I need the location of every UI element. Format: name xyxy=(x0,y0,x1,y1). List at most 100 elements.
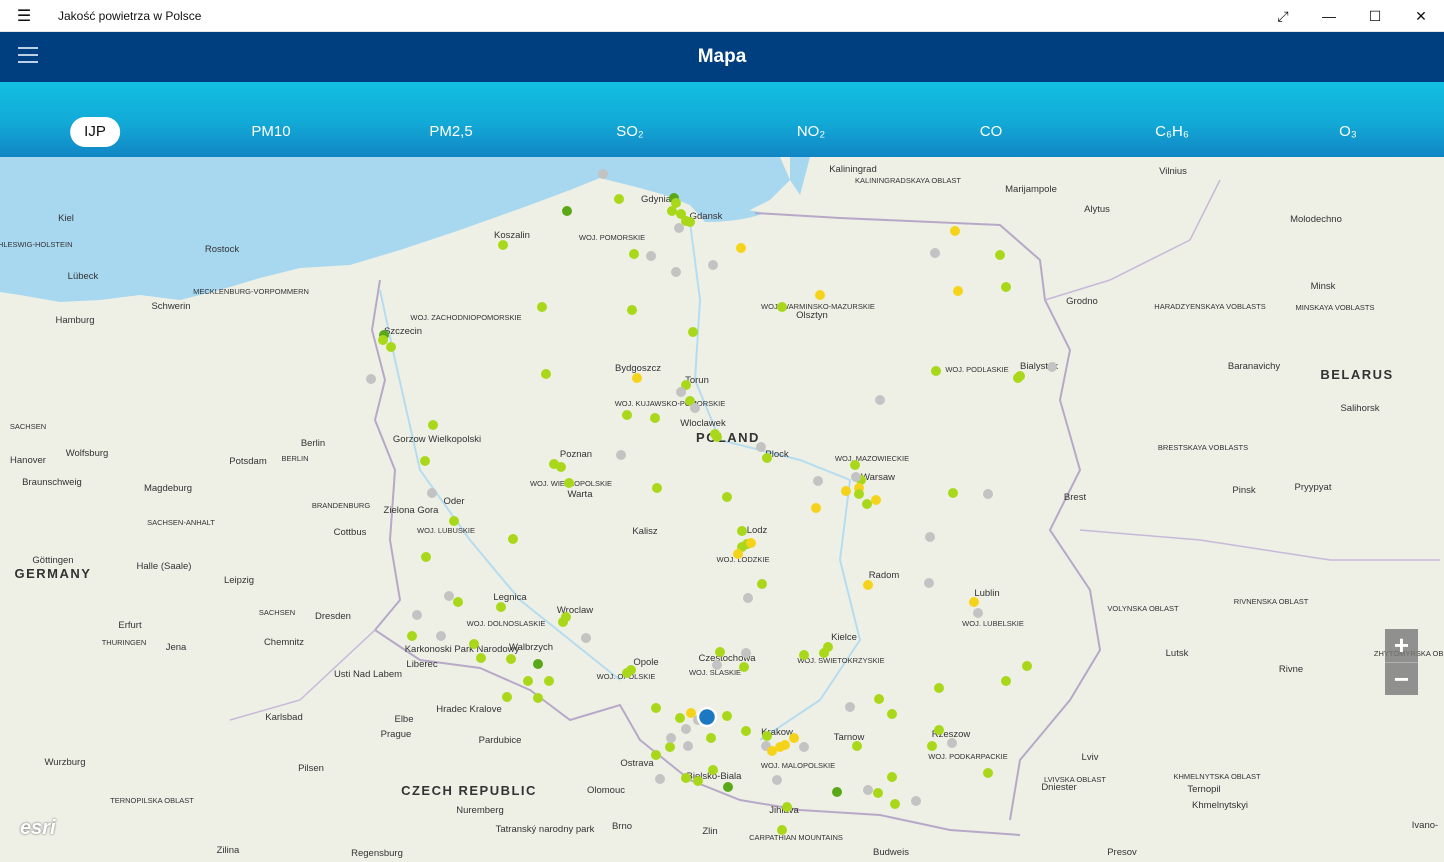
station-good[interactable] xyxy=(506,654,516,664)
station-no-data[interactable] xyxy=(674,223,684,233)
zoom-in-button[interactable]: + xyxy=(1385,629,1418,662)
station-moderate[interactable] xyxy=(953,286,963,296)
station-moderate[interactable] xyxy=(811,503,821,513)
station-good[interactable] xyxy=(737,526,747,536)
station-no-data[interactable] xyxy=(756,442,766,452)
station-good[interactable] xyxy=(1015,371,1025,381)
station-good[interactable] xyxy=(533,693,543,703)
tab-co[interactable]: CO xyxy=(966,117,1017,147)
station-good[interactable] xyxy=(708,765,718,775)
station-no-data[interactable] xyxy=(743,593,753,603)
station-good[interactable] xyxy=(627,305,637,315)
station-no-data[interactable] xyxy=(690,403,700,413)
station-moderate[interactable] xyxy=(780,740,790,750)
station-no-data[interactable] xyxy=(681,724,691,734)
station-good[interactable] xyxy=(378,335,388,345)
station-no-data[interactable] xyxy=(772,775,782,785)
station-moderate[interactable] xyxy=(632,373,642,383)
station-good[interactable] xyxy=(652,483,662,493)
station-good[interactable] xyxy=(934,683,944,693)
station-good[interactable] xyxy=(819,648,829,658)
station-good[interactable] xyxy=(722,711,732,721)
station-good[interactable] xyxy=(688,327,698,337)
station-good[interactable] xyxy=(741,726,751,736)
station-good[interactable] xyxy=(777,825,787,835)
tab-ijp[interactable]: IJP xyxy=(70,117,120,147)
station-good[interactable] xyxy=(712,432,722,442)
station-good[interactable] xyxy=(556,462,566,472)
station-good[interactable] xyxy=(675,713,685,723)
station-moderate[interactable] xyxy=(733,549,743,559)
station-good[interactable] xyxy=(386,342,396,352)
station-good[interactable] xyxy=(762,731,772,741)
station-good[interactable] xyxy=(453,597,463,607)
station-no-data[interactable] xyxy=(930,248,940,258)
station-good[interactable] xyxy=(508,534,518,544)
tab-o3[interactable]: O₃ xyxy=(1325,117,1371,147)
station-no-data[interactable] xyxy=(444,591,454,601)
station-good[interactable] xyxy=(622,668,632,678)
station-good[interactable] xyxy=(650,413,660,423)
station-no-data[interactable] xyxy=(875,395,885,405)
station-no-data[interactable] xyxy=(412,610,422,620)
station-no-data[interactable] xyxy=(851,472,861,482)
station-good[interactable] xyxy=(537,302,547,312)
station-very-good[interactable] xyxy=(533,659,543,669)
station-good[interactable] xyxy=(629,249,639,259)
close-button[interactable]: ✕ xyxy=(1398,0,1444,32)
station-no-data[interactable] xyxy=(646,251,656,261)
station-good[interactable] xyxy=(564,478,574,488)
station-moderate[interactable] xyxy=(815,290,825,300)
station-good[interactable] xyxy=(665,742,675,752)
station-no-data[interactable] xyxy=(436,631,446,641)
station-good[interactable] xyxy=(496,602,506,612)
station-good[interactable] xyxy=(651,750,661,760)
station-no-data[interactable] xyxy=(924,578,934,588)
station-good[interactable] xyxy=(685,217,695,227)
tab-pm10[interactable]: PM10 xyxy=(237,117,304,147)
station-moderate[interactable] xyxy=(746,538,756,548)
station-good[interactable] xyxy=(449,516,459,526)
station-good[interactable] xyxy=(874,694,884,704)
station-good[interactable] xyxy=(852,741,862,751)
station-good[interactable] xyxy=(428,420,438,430)
station-no-data[interactable] xyxy=(799,742,809,752)
restore-icon[interactable]: ⤢ xyxy=(1260,0,1306,32)
station-good[interactable] xyxy=(715,647,725,657)
station-good[interactable] xyxy=(983,768,993,778)
station-good[interactable] xyxy=(693,776,703,786)
station-good[interactable] xyxy=(934,725,944,735)
station-no-data[interactable] xyxy=(925,532,935,542)
station-good[interactable] xyxy=(850,460,860,470)
station-no-data[interactable] xyxy=(683,741,693,751)
station-good[interactable] xyxy=(890,799,900,809)
station-moderate[interactable] xyxy=(950,226,960,236)
station-no-data[interactable] xyxy=(708,260,718,270)
minimize-button[interactable]: — xyxy=(1306,0,1352,32)
station-no-data[interactable] xyxy=(712,660,722,670)
station-good[interactable] xyxy=(622,410,632,420)
station-good[interactable] xyxy=(862,499,872,509)
station-good[interactable] xyxy=(420,456,430,466)
zoom-out-button[interactable]: − xyxy=(1385,662,1418,695)
station-good[interactable] xyxy=(667,206,677,216)
station-good[interactable] xyxy=(421,552,431,562)
station-good[interactable] xyxy=(948,488,958,498)
station-no-data[interactable] xyxy=(813,476,823,486)
station-good[interactable] xyxy=(544,676,554,686)
station-good[interactable] xyxy=(995,250,1005,260)
station-no-data[interactable] xyxy=(366,374,376,384)
station-no-data[interactable] xyxy=(616,450,626,460)
window-menu-icon[interactable]: ☰ xyxy=(0,0,48,32)
station-no-data[interactable] xyxy=(1047,362,1057,372)
station-good[interactable] xyxy=(558,617,568,627)
station-good[interactable] xyxy=(469,639,479,649)
station-good[interactable] xyxy=(1001,676,1011,686)
station-moderate[interactable] xyxy=(736,243,746,253)
station-good[interactable] xyxy=(476,653,486,663)
station-good[interactable] xyxy=(782,802,792,812)
station-no-data[interactable] xyxy=(598,169,608,179)
station-very-good[interactable] xyxy=(723,782,733,792)
station-good[interactable] xyxy=(681,773,691,783)
station-very-good[interactable] xyxy=(562,206,572,216)
